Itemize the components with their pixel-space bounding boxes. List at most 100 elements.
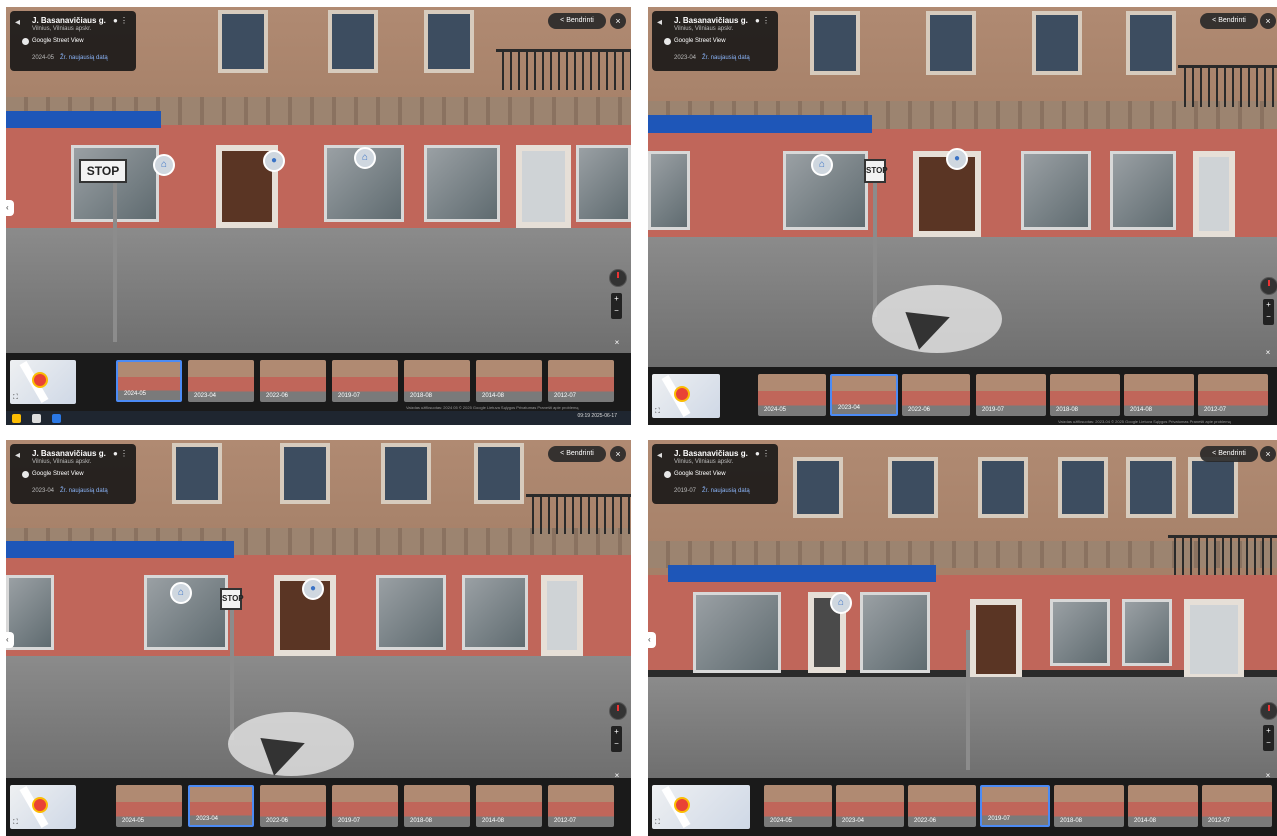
- timeline-thumb[interactable]: 2012-07: [548, 360, 614, 402]
- zoom-in-icon[interactable]: +: [1263, 725, 1274, 737]
- street-view-logo-icon: [664, 471, 671, 478]
- back-icon[interactable]: ◂: [657, 17, 662, 28]
- timeline-thumb[interactable]: 2024-05: [116, 785, 182, 827]
- share-button[interactable]: < Bendrinti: [548, 13, 606, 29]
- timeline-thumb[interactable]: 2019-07: [332, 785, 398, 827]
- timeline-thumb[interactable]: 2014-08: [1128, 785, 1198, 827]
- timeline-thumb[interactable]: 2014-08: [476, 785, 542, 827]
- timeline-thumb[interactable]: 2012-07: [548, 785, 614, 827]
- timeline-thumb[interactable]: 2019-07: [980, 785, 1050, 827]
- app-icon[interactable]: [52, 414, 61, 423]
- collapse-panel-button[interactable]: ‹: [6, 200, 14, 216]
- sidewalk[interactable]: [6, 228, 631, 353]
- zoom-out-icon[interactable]: −: [1263, 737, 1274, 749]
- streetview-panel-bottom-right[interactable]: ⌂ ◂ J. Basanavičiaus g. Vilnius, Vilniau…: [648, 440, 1277, 836]
- timeline-thumb[interactable]: 2018-08: [404, 785, 470, 827]
- see-latest-link[interactable]: Žr. naujausią datą: [702, 488, 750, 494]
- timeline-thumb[interactable]: 2024-05: [764, 785, 832, 827]
- door: [970, 598, 1022, 680]
- see-latest-link[interactable]: Žr. naujausią datą: [60, 488, 108, 494]
- zoom-in-icon[interactable]: +: [611, 726, 622, 738]
- compass-icon[interactable]: [1260, 702, 1277, 720]
- see-latest-link[interactable]: Žr. naujausią datą: [60, 55, 108, 61]
- place-pin-icon[interactable]: ●: [302, 578, 324, 600]
- expand-icon[interactable]: ⛶: [655, 819, 660, 827]
- place-pin-icon[interactable]: ⌂: [153, 154, 175, 176]
- back-icon[interactable]: ◂: [15, 17, 20, 28]
- zoom-control[interactable]: + −: [611, 726, 622, 752]
- map-pin-icon: [674, 797, 690, 813]
- sidewalk[interactable]: [648, 676, 1277, 778]
- minimap[interactable]: ⛶: [652, 374, 720, 418]
- collapse-panel-button[interactable]: ‹: [648, 632, 656, 648]
- timeline-thumb[interactable]: 2022-06: [908, 785, 976, 827]
- close-button[interactable]: ×: [610, 13, 626, 29]
- pin-icon[interactable]: ● ⋮: [755, 16, 770, 25]
- timeline-thumb[interactable]: 2022-06: [260, 785, 326, 827]
- nav-arrow-icon[interactable]: [228, 712, 354, 776]
- timeline-thumb[interactable]: 2024-05: [116, 360, 182, 402]
- pin-icon[interactable]: ● ⋮: [755, 449, 770, 458]
- place-pin-icon[interactable]: ⌂: [354, 147, 376, 169]
- minimap[interactable]: ⛶: [10, 785, 76, 829]
- zoom-control[interactable]: + −: [1263, 725, 1274, 751]
- pin-icon[interactable]: ● ⋮: [113, 16, 128, 25]
- streetview-panel-top-right[interactable]: STOP ⌂ ● ◂ J. Basanavičiaus g. Vilnius, …: [648, 7, 1277, 425]
- streetview-panel-bottom-left[interactable]: STOP ⌂ ● ◂ J. Basanavičiaus g. Vilnius, …: [6, 440, 631, 836]
- place-pin-icon[interactable]: ●: [946, 148, 968, 170]
- place-pin-icon[interactable]: ⌂: [830, 592, 852, 614]
- share-button[interactable]: < Bendrinti: [548, 446, 606, 462]
- zoom-out-icon[interactable]: −: [611, 738, 622, 750]
- back-icon[interactable]: ◂: [15, 450, 20, 461]
- chrome-icon[interactable]: [12, 414, 21, 423]
- close-button[interactable]: ×: [1260, 13, 1276, 29]
- pin-icon[interactable]: ● ⋮: [113, 449, 128, 458]
- expand-icon[interactable]: ⛶: [13, 394, 18, 402]
- timeline-thumb[interactable]: 2019-07: [332, 360, 398, 402]
- timeline-thumb[interactable]: 2023-04: [188, 360, 254, 402]
- see-latest-link[interactable]: Žr. naujausią datą: [702, 55, 750, 61]
- place-pin-icon[interactable]: ⌂: [170, 582, 192, 604]
- system-tray[interactable]: 09:19 2025-06-17: [578, 413, 617, 419]
- expand-icon[interactable]: ⛶: [13, 819, 18, 827]
- timeline-thumb[interactable]: 2012-07: [1202, 785, 1272, 827]
- timeline-thumb[interactable]: 2018-08: [1054, 785, 1124, 827]
- app-icon[interactable]: [32, 414, 41, 423]
- close-button[interactable]: ×: [1260, 446, 1276, 462]
- share-button[interactable]: < Bendrinti: [1200, 446, 1258, 462]
- place-pin-icon[interactable]: ●: [263, 150, 285, 172]
- zoom-in-icon[interactable]: +: [1263, 299, 1274, 311]
- back-icon[interactable]: ◂: [657, 450, 662, 461]
- timeline-close-icon[interactable]: ×: [611, 337, 623, 349]
- timeline-thumb[interactable]: 2019-07: [976, 374, 1046, 416]
- timeline-thumb[interactable]: 2022-06: [260, 360, 326, 402]
- timeline-close-icon[interactable]: ×: [1262, 347, 1274, 359]
- share-button[interactable]: < Bendrinti: [1200, 13, 1258, 29]
- zoom-control[interactable]: + −: [1263, 299, 1274, 325]
- zoom-control[interactable]: + −: [611, 293, 622, 319]
- collapse-panel-button[interactable]: ‹: [6, 632, 14, 648]
- nav-arrow-icon[interactable]: [872, 285, 1002, 353]
- timeline-thumb[interactable]: 2023-04: [830, 374, 898, 416]
- place-pin-icon[interactable]: ⌂: [811, 154, 833, 176]
- timeline-thumb[interactable]: 2012-07: [1198, 374, 1268, 416]
- minimap[interactable]: ⛶: [10, 360, 76, 404]
- timeline-thumb[interactable]: 2018-08: [404, 360, 470, 402]
- compass-icon[interactable]: [1260, 277, 1277, 295]
- timeline-thumb[interactable]: 2018-08: [1050, 374, 1120, 416]
- zoom-out-icon[interactable]: −: [1263, 311, 1274, 323]
- timeline-thumb[interactable]: 2014-08: [1124, 374, 1194, 416]
- compass-icon[interactable]: [609, 269, 627, 287]
- compass-icon[interactable]: [609, 702, 627, 720]
- timeline-thumb[interactable]: 2024-05: [758, 374, 826, 416]
- timeline-thumb[interactable]: 2022-06: [902, 374, 970, 416]
- timeline-thumb[interactable]: 2014-08: [476, 360, 542, 402]
- timeline-thumb[interactable]: 2023-04: [188, 785, 254, 827]
- zoom-out-icon[interactable]: −: [611, 305, 622, 317]
- zoom-in-icon[interactable]: +: [611, 293, 622, 305]
- close-button[interactable]: ×: [610, 446, 626, 462]
- minimap[interactable]: ⛶: [652, 785, 750, 829]
- timeline-thumb[interactable]: 2023-04: [836, 785, 904, 827]
- streetview-panel-top-left[interactable]: STOP ⌂ ● ⌂ ◂ J. Basanavičiaus g. Vilnius…: [6, 7, 631, 425]
- expand-icon[interactable]: ⛶: [655, 408, 660, 416]
